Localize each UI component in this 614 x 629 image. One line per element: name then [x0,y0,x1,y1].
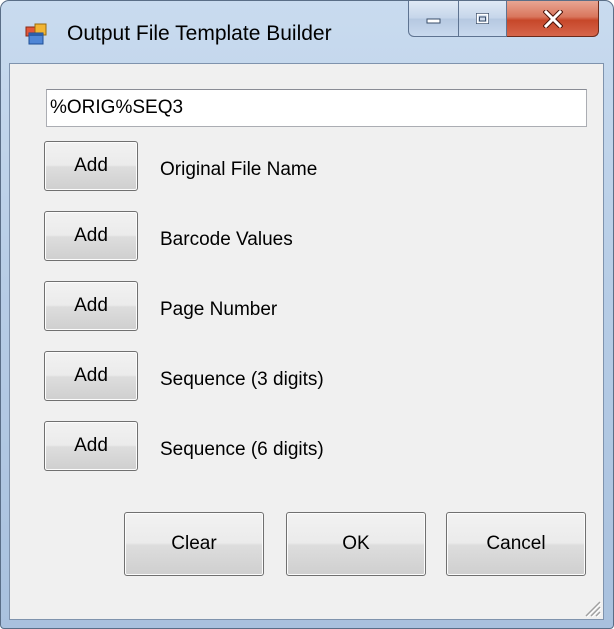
cancel-button[interactable]: Cancel [446,512,586,576]
barcode-values-label: Barcode Values [160,229,293,250]
maximize-button[interactable] [459,1,507,37]
minimize-icon [426,18,440,23]
add-page-number-button[interactable]: Add [44,281,138,331]
maximize-icon [475,12,489,24]
add-barcode-values-button[interactable]: Add [44,211,138,261]
template-input[interactable] [46,89,587,127]
title-bar[interactable]: Output File Template Builder [1,1,613,63]
window-title: Output File Template Builder [67,22,332,45]
close-icon [542,9,563,28]
resize-grip-icon[interactable] [583,599,602,618]
caption-buttons [408,1,599,39]
sequence-6-digits-label: Sequence (6 digits) [160,439,324,460]
clear-button[interactable]: Clear [124,512,264,576]
minimize-button[interactable] [408,1,459,37]
sequence-3-digits-label: Sequence (3 digits) [160,369,324,390]
original-file-name-label: Original File Name [160,159,318,180]
dialog-window: Output File Template Builder %ORIG%SEQ3 … [0,0,614,629]
dialog-client-area: Add Original File Name Add Barcode Value… [9,63,604,620]
add-sequence-3-digits-button[interactable]: Add [44,351,138,401]
page-number-label: Page Number [160,299,278,320]
add-sequence-6-digits-button[interactable]: Add [44,421,138,471]
ok-button[interactable]: OK [286,512,426,576]
close-button[interactable] [507,1,599,37]
app-window-icon [25,23,47,45]
add-original-file-name-button[interactable]: Add [44,141,138,191]
